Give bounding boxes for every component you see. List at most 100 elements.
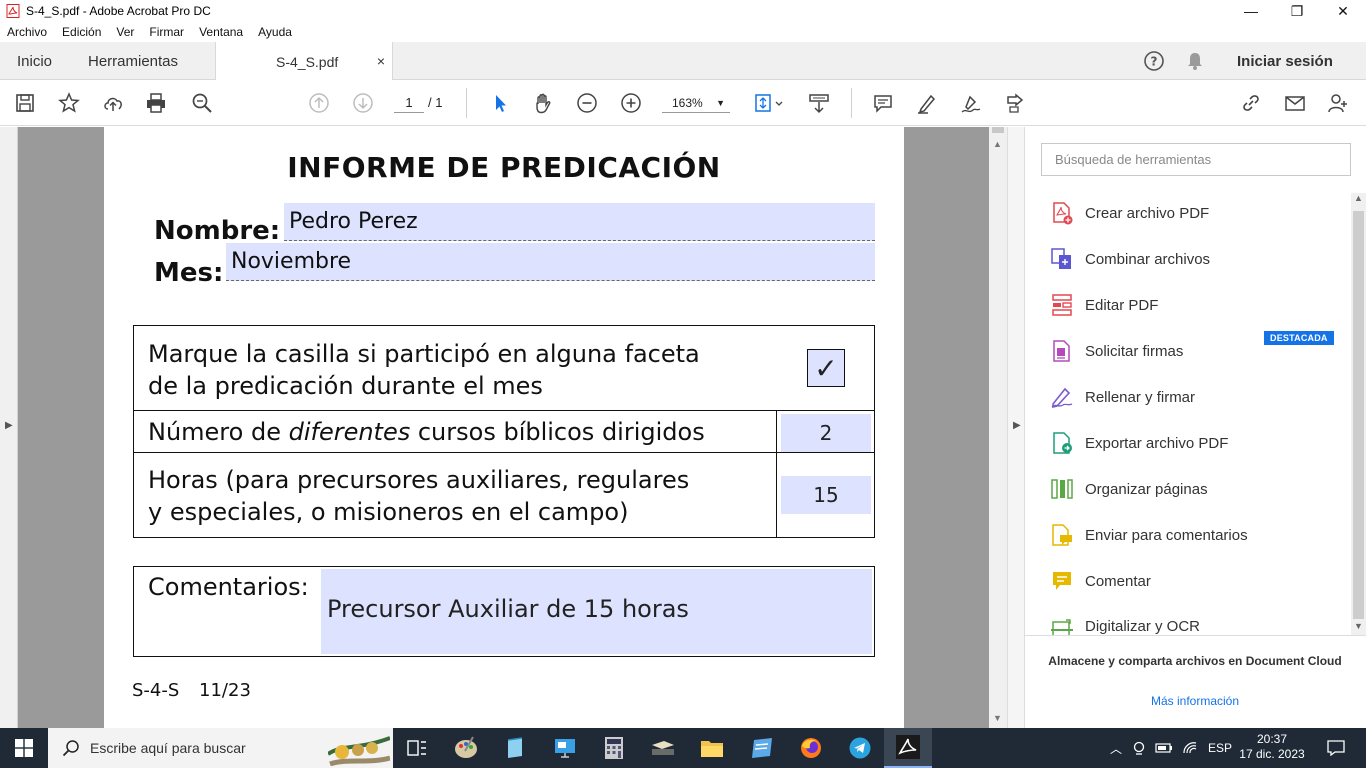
tool-request-signatures[interactable]: Solicitar firmas	[1050, 338, 1183, 364]
wifi-icon[interactable]	[1182, 741, 1198, 755]
tools-scrollbar[interactable]: ▲ ▼	[1351, 193, 1366, 635]
start-button[interactable]	[0, 728, 48, 768]
task-view-icon[interactable]	[403, 734, 431, 762]
more-info-link[interactable]: Más información	[1045, 694, 1345, 708]
remote-desktop-icon[interactable]	[551, 734, 579, 762]
notes-app-icon[interactable]	[501, 734, 529, 762]
help-icon[interactable]: ?	[1143, 42, 1165, 80]
telegram-icon[interactable]	[846, 734, 874, 762]
restore-button[interactable]: ❐	[1274, 0, 1320, 22]
menu-edicion[interactable]: Edición	[62, 25, 101, 39]
scanner-app-icon[interactable]	[649, 734, 677, 762]
window-title: S-4_S.pdf - Adobe Acrobat Pro DC	[26, 4, 211, 18]
sign-pen-icon[interactable]	[959, 91, 983, 115]
tool-send-for-comments[interactable]: Enviar para comentarios	[1050, 522, 1248, 548]
previous-page-icon[interactable]	[307, 91, 331, 115]
document-scrollbar[interactable]: ▲ ▼	[989, 127, 1007, 728]
name-label: Nombre:	[154, 216, 281, 246]
month-field[interactable]: Noviembre	[226, 243, 875, 281]
hand-tool-icon[interactable]	[531, 91, 555, 115]
add-user-icon[interactable]	[1326, 91, 1350, 115]
row1-line1: Marque la casilla si participó en alguna…	[148, 340, 700, 368]
notification-center-icon[interactable]	[1322, 734, 1350, 762]
comments-box: Comentarios: Precursor Auxiliar de 15 ho…	[133, 566, 875, 657]
expand-left-panel-icon[interactable]: ▶	[5, 420, 13, 431]
tool-combine-files[interactable]: Combinar archivos	[1050, 246, 1210, 272]
zoom-out-icon[interactable]	[575, 91, 599, 115]
firefox-icon[interactable]	[797, 734, 825, 762]
scrollbar-thumb[interactable]	[992, 127, 1004, 133]
close-tab-icon[interactable]: ×	[377, 53, 385, 69]
minimize-button[interactable]: —	[1228, 0, 1274, 22]
document-area: ▶ INFORME DE PREDICACIÓN Nombre: Pedro P…	[0, 127, 1025, 728]
fill-sign-tool-icon[interactable]	[1003, 91, 1027, 115]
menu-ver[interactable]: Ver	[116, 25, 134, 39]
participation-checkbox[interactable]: ✓	[807, 349, 845, 387]
tool-fill-and-sign[interactable]: Rellenar y firmar	[1050, 384, 1195, 410]
tool-organize-pages[interactable]: Organizar páginas	[1050, 476, 1208, 502]
zoom-level-select[interactable]: 163% ▼	[662, 93, 730, 113]
webcam-icon[interactable]	[1132, 741, 1146, 755]
name-field[interactable]: Pedro Perez	[284, 203, 875, 241]
tool-comment[interactable]: Comentar	[1050, 568, 1151, 594]
bible-studies-field[interactable]: 2	[781, 414, 871, 452]
hours-field[interactable]: 15	[781, 476, 871, 514]
share-link-icon[interactable]	[1239, 91, 1263, 115]
scrollbar-thumb[interactable]	[1353, 211, 1364, 619]
calculator-icon[interactable]	[600, 734, 628, 762]
battery-icon[interactable]	[1155, 742, 1173, 754]
file-explorer-icon[interactable]	[698, 734, 726, 762]
comments-field[interactable]: Precursor Auxiliar de 15 horas	[321, 569, 872, 654]
bookmark-star-icon[interactable]	[57, 91, 81, 115]
organize-pages-icon	[1051, 479, 1073, 499]
zoom-search-icon[interactable]	[190, 91, 214, 115]
menu-archivo[interactable]: Archivo	[7, 25, 47, 39]
tab-document[interactable]: S-4_S.pdf ×	[215, 42, 393, 81]
comment-tool-icon[interactable]	[871, 91, 895, 115]
windows-app-icon[interactable]	[748, 734, 776, 762]
upload-cloud-icon[interactable]	[101, 91, 125, 115]
comments-label: Comentarios:	[148, 573, 309, 601]
checkmark-icon: ✓	[814, 352, 838, 384]
close-window-button[interactable]: ✕	[1320, 0, 1366, 22]
tool-search-input[interactable]: Búsqueda de herramientas	[1041, 143, 1351, 176]
next-page-icon[interactable]	[351, 91, 375, 115]
menu-ventana[interactable]: Ventana	[199, 25, 243, 39]
scroll-down-icon[interactable]: ▼	[993, 713, 1002, 723]
tool-label: Rellenar y firmar	[1085, 388, 1196, 406]
scroll-mode-icon[interactable]	[807, 91, 831, 115]
taskbar-clock[interactable]: 20:37 17 dic. 2023	[1238, 732, 1306, 762]
menu-ayuda[interactable]: Ayuda	[258, 25, 292, 39]
tool-label: Combinar archivos	[1085, 250, 1211, 268]
tool-edit-pdf[interactable]: Editar PDF	[1050, 292, 1158, 318]
input-language[interactable]: ESP	[1208, 741, 1232, 755]
zoom-in-icon[interactable]	[619, 91, 643, 115]
email-icon[interactable]	[1283, 91, 1307, 115]
taskbar-search-box[interactable]: Escribe aquí para buscar	[48, 728, 393, 768]
tab-herramientas[interactable]: Herramientas	[88, 42, 178, 80]
scroll-down-icon[interactable]: ▼	[1354, 621, 1363, 631]
signin-button[interactable]: Iniciar sesión	[1237, 42, 1333, 80]
scroll-up-icon[interactable]: ▲	[993, 139, 1002, 149]
tool-create-pdf[interactable]: Crear archivo PDF	[1050, 200, 1209, 226]
paint-app-icon[interactable]	[452, 734, 480, 762]
page-number-input[interactable]: 1	[394, 93, 424, 113]
collapse-right-panel-icon[interactable]: ▶	[1013, 420, 1021, 431]
left-navigation-rail[interactable]: ▶	[0, 127, 18, 728]
select-cursor-icon[interactable]	[488, 91, 512, 115]
panel-splitter[interactable]: ▶	[1007, 127, 1025, 728]
menu-firmar[interactable]: Firmar	[149, 25, 184, 39]
tab-inicio[interactable]: Inicio	[17, 42, 52, 80]
tool-export-pdf[interactable]: Exportar archivo PDF	[1050, 430, 1228, 456]
tool-label: Exportar archivo PDF	[1085, 434, 1229, 452]
chevron-up-icon[interactable]: ︿	[1110, 740, 1122, 757]
highlight-pen-icon[interactable]	[915, 91, 939, 115]
acrobat-taskbar-icon[interactable]	[884, 728, 932, 768]
tool-scan-ocr[interactable]: Digitalizar y OCR	[1050, 614, 1200, 635]
fit-page-icon[interactable]	[751, 91, 787, 115]
print-icon[interactable]	[144, 91, 168, 115]
scroll-up-icon[interactable]: ▲	[1354, 193, 1363, 203]
notifications-bell-icon[interactable]	[1186, 42, 1204, 80]
row3-line1: Horas (para precursores auxiliares, regu…	[148, 466, 690, 494]
save-icon[interactable]	[13, 91, 37, 115]
